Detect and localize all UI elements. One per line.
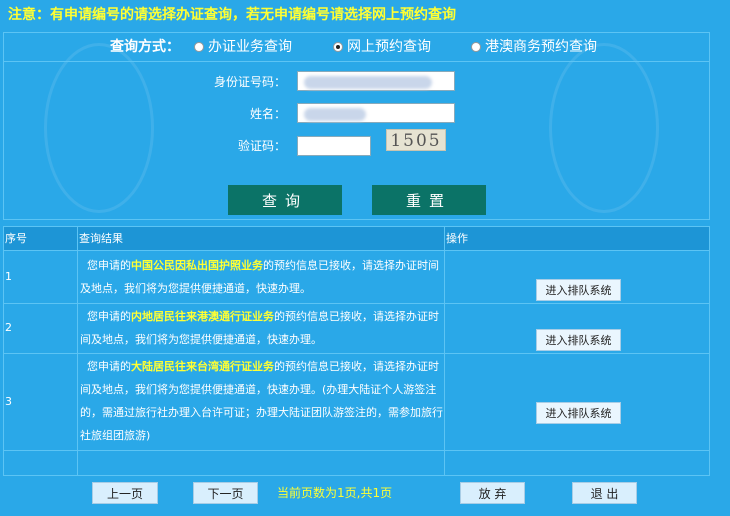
row-result-text: 您申请的中国公民因私出国护照业务的预约信息已接收，请选择办证时间及地点，我们将为… xyxy=(80,259,439,295)
query-mode-row: 查询方式： 办证业务查询 网上预约查询 港澳商务预约查询 xyxy=(3,32,710,62)
row-seq: 3 xyxy=(5,395,12,408)
enter-queue-button[interactable]: 进入排队系统 xyxy=(536,279,621,301)
redacted-value xyxy=(304,108,366,121)
radio-online-appointment-query[interactable]: 网上预约查询 xyxy=(333,32,431,62)
header-result: 查询结果 xyxy=(79,232,123,245)
radio-label: 办证业务查询 xyxy=(208,39,292,55)
row-result-text: 您申请的内地居民往来港澳通行证业务的预约信息已接收，请选择办证时间及地点，我们将… xyxy=(80,310,439,346)
previous-page-button[interactable]: 上一页 xyxy=(92,482,158,504)
results-header: 序号 查询结果 操作 xyxy=(4,227,709,251)
query-mode-label: 查询方式： xyxy=(110,39,180,55)
radio-circle-icon[interactable] xyxy=(194,42,204,52)
captcha-image[interactable]: 1505 xyxy=(386,129,446,151)
results-table: 序号 查询结果 操作 1 您申请的中国公民因私出国护照业务的预约信息已接收，请选… xyxy=(3,226,710,476)
enter-queue-button[interactable]: 进入排队系统 xyxy=(536,402,621,424)
police-emblem-watermark xyxy=(44,43,154,213)
radio-circle-icon[interactable] xyxy=(471,42,481,52)
table-row: 3 您申请的大陆居民往来台湾通行证业务的预约信息已接收，请选择办证时间及地点，我… xyxy=(4,354,709,451)
exit-button[interactable]: 退 出 xyxy=(572,482,637,504)
radio-label: 港澳商务预约查询 xyxy=(485,39,597,55)
radio-circle-checked-icon[interactable] xyxy=(333,42,343,52)
table-row: 2 您申请的内地居民往来港澳通行证业务的预约信息已接收，请选择办证时间及地点，我… xyxy=(4,304,709,354)
radio-label: 网上预约查询 xyxy=(347,39,431,55)
business-name: 内地居民往来港澳通行证业务 xyxy=(131,310,274,323)
header-action: 操作 xyxy=(446,232,468,245)
next-page-button[interactable]: 下一页 xyxy=(193,482,258,504)
radio-hk-macau-business-query[interactable]: 港澳商务预约查询 xyxy=(471,32,597,62)
header-seq: 序号 xyxy=(5,232,27,245)
business-name: 中国公民因私出国护照业务 xyxy=(131,259,263,272)
business-name: 大陆居民往来台湾通行证业务 xyxy=(131,360,274,373)
row-seq: 2 xyxy=(5,321,12,334)
radio-certificate-query[interactable]: 办证业务查询 xyxy=(194,32,292,62)
captcha-label: 验证码： xyxy=(237,139,286,153)
id-number-input[interactable] xyxy=(297,71,455,91)
page-info: 当前页数为1页,共1页 xyxy=(277,486,393,500)
name-label: 姓名： xyxy=(249,107,286,121)
table-row: 1 您申请的中国公民因私出国护照业务的预约信息已接收，请选择办证时间及地点，我们… xyxy=(4,251,709,304)
query-button[interactable]: 查询 xyxy=(228,185,342,215)
id-number-label: 身份证号码： xyxy=(213,75,286,89)
police-emblem-watermark xyxy=(549,43,659,213)
name-input[interactable] xyxy=(297,103,455,123)
notice-text: 注意：有申请编号的请选择办证查询，若无申请编号请选择网上预约查询 xyxy=(8,7,456,23)
row-result-text: 您申请的大陆居民往来台湾通行证业务的预约信息已接收，请选择办证时间及地点，我们将… xyxy=(80,360,443,442)
redacted-value xyxy=(304,76,432,89)
captcha-input[interactable] xyxy=(297,136,371,156)
abandon-button[interactable]: 放 弃 xyxy=(460,482,525,504)
reset-button[interactable]: 重置 xyxy=(372,185,486,215)
enter-queue-button[interactable]: 进入排队系统 xyxy=(536,329,621,351)
row-seq: 1 xyxy=(5,270,12,283)
